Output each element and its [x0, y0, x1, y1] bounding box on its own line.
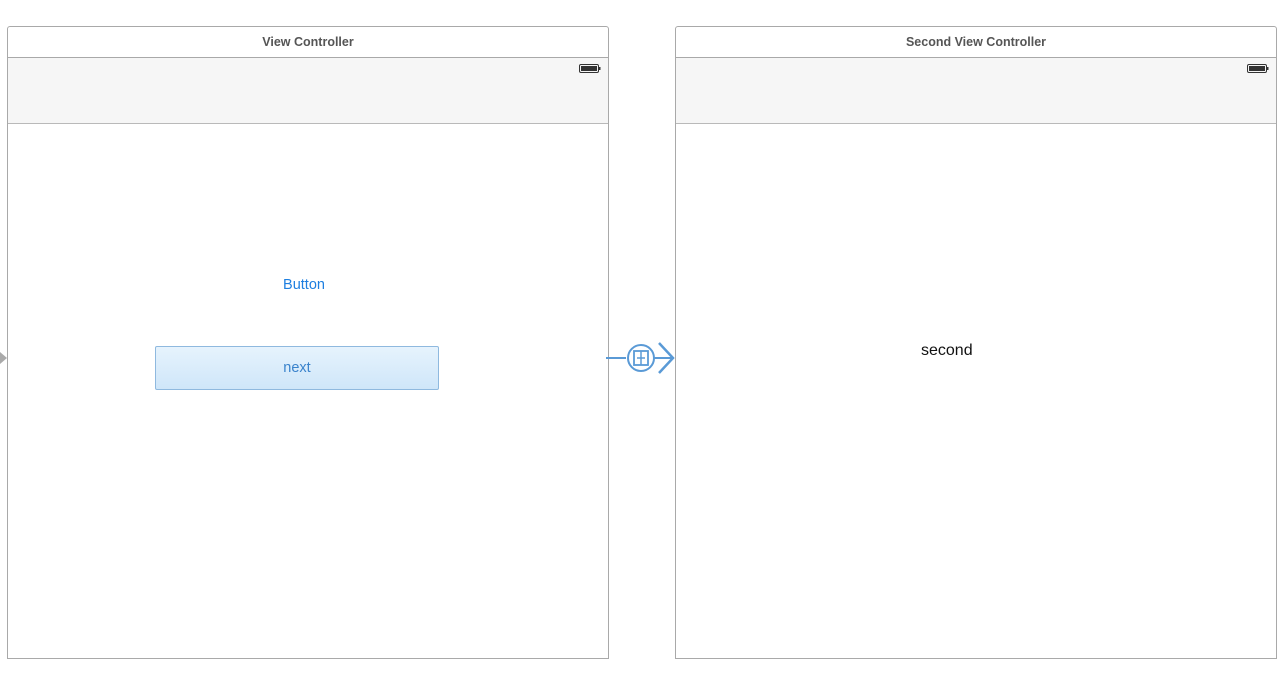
initial-controller-arrow-icon — [0, 352, 7, 364]
scene-title[interactable]: Second View Controller — [676, 27, 1276, 58]
second-view-controller-scene[interactable]: Second View Controller second — [675, 26, 1277, 659]
second-label[interactable]: second — [921, 341, 991, 361]
top-bar-area — [8, 58, 608, 124]
battery-icon — [579, 64, 601, 73]
view-controller-scene[interactable]: View Controller Button next — [7, 26, 609, 659]
button-button[interactable]: Button — [263, 275, 345, 295]
top-bar-area — [676, 58, 1276, 124]
segue-icon[interactable] — [606, 338, 678, 380]
next-button[interactable]: next — [155, 346, 439, 390]
battery-icon — [1247, 64, 1269, 73]
scene-title[interactable]: View Controller — [8, 27, 608, 58]
